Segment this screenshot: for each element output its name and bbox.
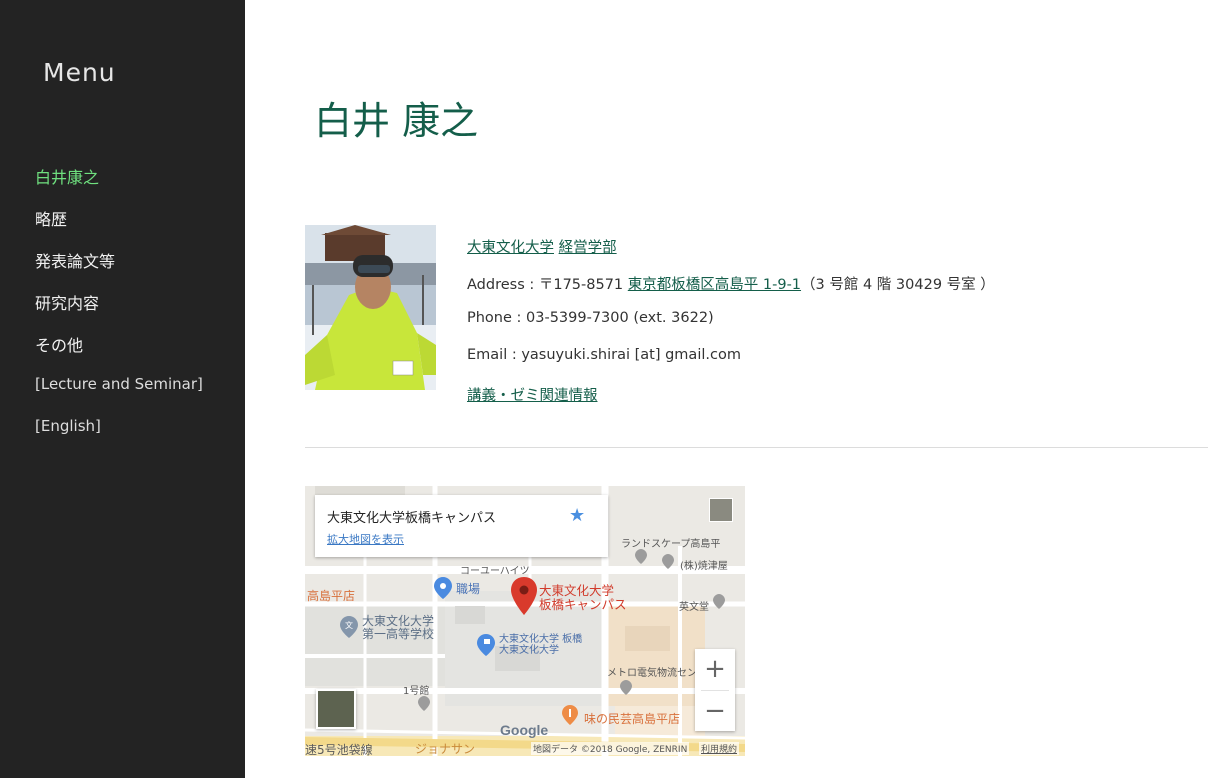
address-prefix: Address : 〒175-8571 [467, 277, 628, 293]
zoom-in-button[interactable]: + [695, 649, 735, 689]
profile-photo-image [305, 225, 436, 390]
email-line: Email : yasuyuki.shirai [at] gmail.com [467, 347, 741, 363]
map-label-eikodo: 英文堂 [679, 602, 709, 613]
save-star-icon[interactable]: ★ [569, 505, 585, 526]
address-line: Address : 〒175-8571 東京都板橋区高島平 1-9-1（3 号館… [467, 273, 995, 294]
school-marker-icon[interactable]: 文 [340, 616, 358, 638]
map-label-yaizu: (株)焼津屋 [680, 561, 728, 572]
google-map[interactable]: 大東文化大学 板橋キャンパス 職場 文 大東文化大学 第一高等学校 大東文化大学… [305, 486, 745, 756]
map-label-jonathan: ジョナサン [415, 742, 476, 756]
google-logo: Google [500, 722, 549, 738]
nav-item-profile[interactable]: 白井康之 [35, 164, 99, 188]
nav-item-publications[interactable]: 発表論文等 [35, 248, 115, 272]
sidebar: Menu 白井康之 略歴 発表論文等 研究内容 その他 [Lecture and… [0, 0, 245, 778]
lecture-info-link[interactable]: 講義・ゼミ関連情報 [467, 388, 598, 404]
address-link[interactable]: 東京都板橋区高島平 1-9-1 [628, 277, 801, 293]
landscape-marker-icon [635, 549, 647, 564]
map-label-metro: メトロ電気物流セン [607, 668, 697, 679]
map-credit: 地図データ ©2018 Google, ZENRIN [531, 742, 690, 755]
zoom-controls: + − [695, 649, 735, 731]
map-label-univ-itabashi-line1: 大東文化大学 板橋 [499, 634, 583, 645]
map-place-name: 大東文化大学板橋キャンパス [327, 511, 497, 526]
map-label-office: 職場 [456, 582, 481, 596]
faculty-link[interactable]: 経営学部 [559, 240, 617, 256]
map-label-store: 高島平店 [307, 589, 356, 603]
zoom-out-button[interactable]: − [695, 691, 735, 731]
restaurant-marker-icon[interactable] [562, 705, 578, 725]
svg-text:文: 文 [345, 620, 353, 630]
nav-item-other[interactable]: その他 [35, 332, 83, 356]
nav-item-research[interactable]: 研究内容 [35, 290, 99, 314]
map-place-card: 大東文化大学板橋キャンパス 拡大地図を表示 ★ [315, 495, 608, 557]
map-pin-icon[interactable] [510, 577, 538, 617]
map-label-campus-line2: 板橋キャンパス [539, 597, 627, 612]
nav-item-english[interactable]: [English] [35, 417, 101, 435]
profile-photo [305, 225, 436, 390]
nav-item-lecture-seminar[interactable]: [Lecture and Seminar] [35, 375, 203, 393]
map-label-route5: 速5号池袋線 [305, 743, 373, 756]
eikodo-marker-icon [713, 594, 725, 609]
page-title: 白井 康之 [314, 99, 479, 143]
map-label-school-line2: 第一高等学校 [362, 627, 435, 641]
satellite-layer-thumbnail[interactable] [316, 689, 356, 729]
map-label-building1: 1号館 [403, 686, 430, 697]
lecture-line: 講義・ゼミ関連情報 [467, 384, 598, 405]
user-avatar-icon[interactable] [709, 498, 733, 522]
metro-marker-icon [620, 680, 632, 695]
menu-title: Menu [43, 58, 116, 87]
office-marker-icon[interactable] [434, 577, 452, 599]
map-enlarge-link[interactable]: 拡大地図を表示 [327, 531, 404, 547]
map-label-landscape: ランドスケープ高島平 [621, 539, 721, 550]
phone-line: Phone : 03-5399-7300 (ext. 3622) [467, 310, 714, 326]
nav-item-biography[interactable]: 略歴 [35, 206, 67, 230]
divider [305, 447, 1208, 448]
university-marker-icon[interactable] [477, 634, 495, 656]
affiliation-line: 大東文化大学 経営学部 [467, 236, 617, 257]
university-link[interactable]: 大東文化大学 [467, 240, 554, 256]
map-label-coho: コーユーハイツ [460, 566, 530, 577]
yaizu-marker-icon [662, 554, 674, 569]
map-label-campus-line1: 大東文化大学 [539, 583, 615, 598]
map-label-univ-itabashi-line2: 大東文化大学 [499, 645, 559, 656]
map-terms-link[interactable]: 利用規約 [699, 742, 740, 755]
address-room: （3 号館 4 階 30429 号室 ） [801, 277, 995, 293]
building1-marker-icon [418, 696, 430, 711]
map-label-restaurant: 味の民芸高島平店 [584, 712, 681, 726]
